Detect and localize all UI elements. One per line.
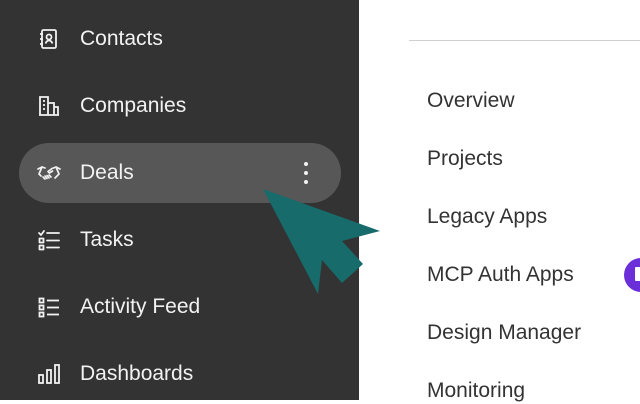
cursor-arrow-icon: [263, 189, 380, 294]
contacts-icon: [37, 27, 61, 51]
submenu-item-design-manager[interactable]: Design Manager: [427, 321, 581, 345]
companies-icon: [37, 94, 61, 118]
activity-feed-icon: [37, 295, 61, 319]
sidebar-item-label: Tasks: [80, 228, 134, 251]
sidebar-item-label: Contacts: [80, 27, 163, 50]
sidebar-item-label: Dashboards: [80, 362, 194, 385]
submenu-item-projects[interactable]: Projects: [427, 147, 503, 171]
submenu-item-overview[interactable]: Overview: [427, 89, 515, 113]
submenu-panel: Overview Projects Legacy Apps MCP Auth A…: [359, 0, 640, 403]
divider: [409, 40, 640, 41]
sidebar-item-label: Deals: [80, 161, 134, 184]
submenu-item-monitoring[interactable]: Monitoring: [427, 379, 525, 403]
submenu-item-legacy-apps[interactable]: Legacy Apps: [427, 205, 547, 229]
sidebar-item-label: Companies: [80, 94, 187, 117]
sidebar-item-dashboards[interactable]: Dashboards: [19, 344, 341, 404]
tasks-icon: [37, 228, 61, 252]
dashboards-icon: [37, 362, 61, 386]
handshake-icon: [37, 161, 61, 185]
sidebar-item-companies[interactable]: Companies: [19, 76, 341, 136]
more-options-icon[interactable]: [297, 159, 315, 187]
sidebar-item-contacts[interactable]: Contacts: [19, 9, 341, 69]
sidebar-item-label: Activity Feed: [80, 295, 201, 318]
submenu-item-mcp-auth-apps[interactable]: MCP Auth Apps: [427, 263, 574, 287]
